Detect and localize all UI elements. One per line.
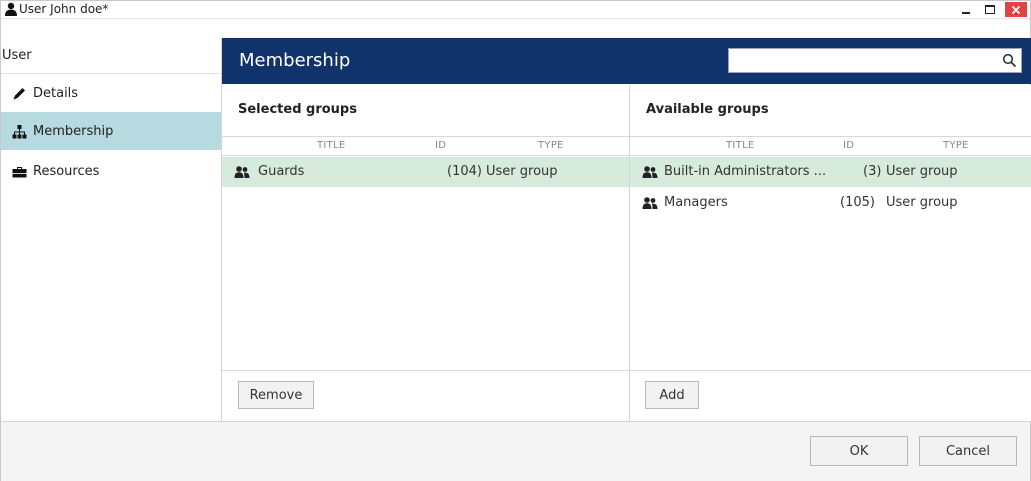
dialog-footer: OK Cancel [1,421,1030,481]
column-id[interactable]: ID [435,140,446,151]
org-chart-icon [11,123,27,139]
sidebar: User Details Membership Resources [1,38,221,401]
remove-button[interactable]: Remove [238,381,314,409]
column-id[interactable]: ID [843,140,854,151]
selected-groups-panel: Selected groups TITLE ID TYPE Guards (10… [222,85,630,421]
minimize-button[interactable] [957,2,975,17]
add-button[interactable]: Add [645,381,699,409]
window-title: User John doe* [19,2,109,16]
column-type[interactable]: TYPE [943,140,969,151]
sidebar-header: User [1,38,221,74]
group-title: Built-in Administrators ... [664,164,827,179]
close-icon [1011,5,1021,14]
title-bar: User John doe* [1,1,1030,19]
maximize-icon [985,5,995,14]
page-title: Membership [239,50,351,71]
group-id: (3) [863,164,882,179]
selected-groups-title: Selected groups [238,102,357,117]
sidebar-item-label: Membership [33,123,114,139]
column-title[interactable]: TITLE [726,140,755,151]
panel-divider [630,370,1031,371]
ok-button[interactable]: OK [810,436,908,466]
minimize-icon [962,11,970,14]
section-header: Membership [222,38,1031,84]
table-row[interactable]: Built-in Administrators ... (3) User gro… [630,157,1031,187]
available-groups-column-header: TITLE ID TYPE [630,136,1031,156]
cancel-button[interactable]: Cancel [919,436,1017,466]
group-id: (105) [840,195,875,210]
sidebar-item-label: Resources [33,163,100,179]
selected-groups-column-header: TITLE ID TYPE [222,136,629,156]
group-type: User group [486,164,558,179]
group-type: User group [886,164,958,179]
panel-divider [222,370,629,371]
user-dialog-window: User John doe* User Details Membership R… [0,0,1031,481]
table-row[interactable]: Guards (104) User group [222,157,629,187]
maximize-button[interactable] [981,2,999,17]
search-icon[interactable] [1002,53,1017,68]
briefcase-icon [11,163,27,179]
available-groups-panel: Available groups TITLE ID TYPE Built-in … [630,85,1031,421]
table-row[interactable]: Managers (105) User group [630,188,1031,218]
sidebar-item-label: Details [33,85,79,101]
user-group-icon [234,166,250,178]
group-type: User group [886,195,958,210]
column-title[interactable]: TITLE [317,140,346,151]
available-groups-title: Available groups [646,102,769,117]
pencil-icon [11,85,27,101]
search-input[interactable] [733,51,997,72]
user-group-icon [642,166,658,178]
group-title: Managers [664,195,728,210]
sidebar-item-details[interactable]: Details [1,74,221,112]
column-type[interactable]: TYPE [538,140,564,151]
group-id: (104) [447,164,482,179]
group-title: Guards [258,164,305,179]
search-box [728,48,1022,73]
sidebar-item-resources[interactable]: Resources [1,152,221,190]
sidebar-item-membership[interactable]: Membership [1,112,221,150]
user-icon [5,2,17,16]
close-button[interactable] [1005,2,1027,17]
user-group-icon [642,197,658,209]
